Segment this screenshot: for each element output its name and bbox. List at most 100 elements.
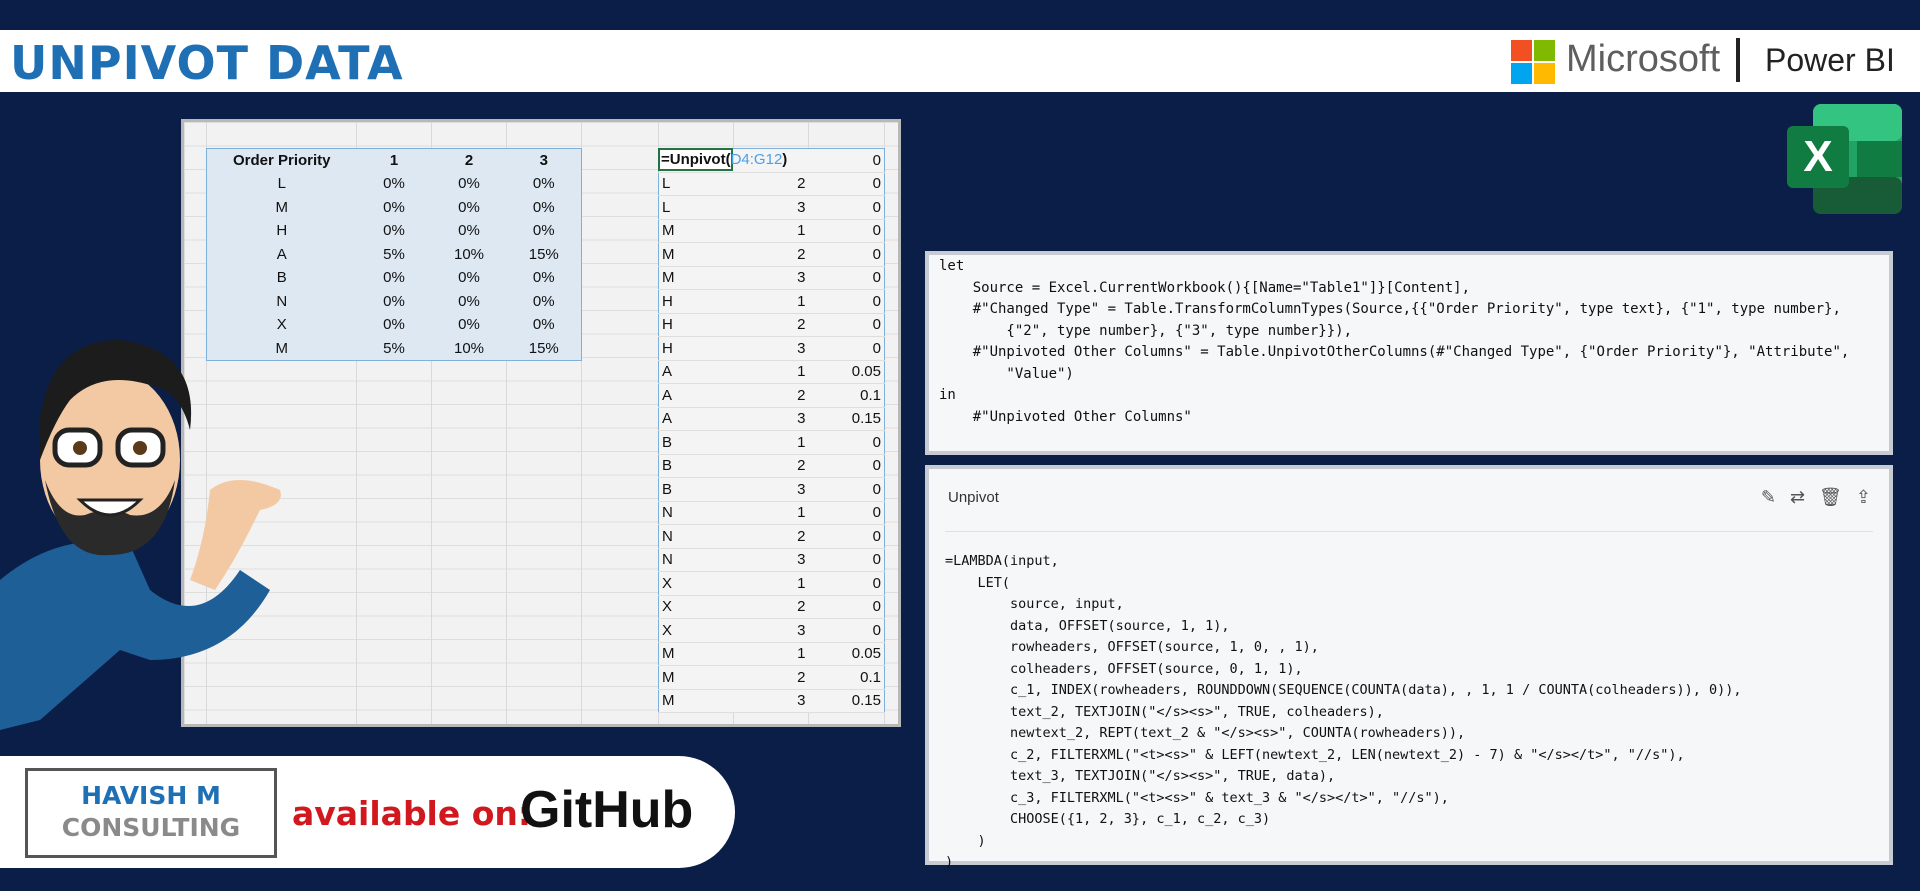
source-cell[interactable]: 0% bbox=[357, 219, 432, 243]
source-cell[interactable]: N bbox=[207, 290, 357, 314]
output-cell[interactable]: 2 bbox=[733, 242, 809, 267]
output-cell[interactable]: N bbox=[658, 548, 734, 572]
output-cell[interactable]: 0 bbox=[808, 571, 885, 596]
source-cell[interactable]: 0% bbox=[357, 290, 432, 314]
output-cell[interactable]: M bbox=[658, 665, 734, 690]
output-table[interactable]: 0 L 2 0 L 3 0 M 1 0 M 2 0 M 3 0 H 1 0 H 2 0 H 3 0 A 1 0.05 A 2 0.1 A 3 0… bbox=[658, 148, 885, 713]
output-cell[interactable]: L bbox=[658, 172, 734, 196]
source-cell[interactable]: 0% bbox=[507, 172, 582, 196]
output-cell[interactable]: X bbox=[658, 571, 734, 596]
source-cell[interactable]: 10% bbox=[432, 337, 507, 361]
power-query-code[interactable]: let Source = Excel.CurrentWorkbook(){[Na… bbox=[939, 256, 1849, 428]
output-cell[interactable]: 0 bbox=[808, 313, 885, 337]
source-cell[interactable]: 0% bbox=[507, 313, 582, 337]
source-cell[interactable]: B bbox=[207, 266, 357, 290]
output-cell[interactable]: X bbox=[658, 618, 734, 643]
output-cell[interactable]: 0 bbox=[808, 454, 885, 478]
output-cell[interactable]: 0 bbox=[808, 266, 885, 290]
header-cell[interactable]: 3 bbox=[507, 149, 582, 173]
output-cell[interactable]: 0 bbox=[808, 430, 885, 455]
output-cell[interactable]: 0 bbox=[808, 289, 885, 314]
output-cell[interactable]: 3 bbox=[733, 689, 809, 713]
output-cell[interactable]: 0.15 bbox=[808, 689, 885, 713]
source-cell[interactable]: 0% bbox=[432, 196, 507, 220]
output-cell[interactable]: 1 bbox=[733, 430, 809, 455]
output-cell[interactable]: A bbox=[658, 383, 734, 408]
output-cell[interactable]: X bbox=[658, 595, 734, 619]
source-cell[interactable]: 0% bbox=[507, 266, 582, 290]
output-cell[interactable]: N bbox=[658, 524, 734, 549]
power-query-code-panel[interactable]: let Source = Excel.CurrentWorkbook(){[Na… bbox=[925, 251, 1893, 455]
lambda-editor-panel[interactable]: Unpivot ✎ ⇄ 🗑 ⇪ =LAMBDA(input, LET( sour… bbox=[925, 465, 1893, 870]
source-cell[interactable]: L bbox=[207, 172, 357, 196]
share-icon[interactable]: ⇪ bbox=[1856, 487, 1871, 508]
output-cell[interactable]: 0 bbox=[808, 524, 885, 549]
output-cell[interactable]: 0 bbox=[808, 172, 885, 196]
header-cell[interactable]: 1 bbox=[357, 149, 432, 173]
output-cell[interactable]: A bbox=[658, 407, 734, 431]
output-cell[interactable]: 2 bbox=[733, 595, 809, 619]
source-cell[interactable]: 0% bbox=[507, 196, 582, 220]
output-cell[interactable]: 1 bbox=[733, 501, 809, 525]
rename-icon[interactable]: ⇄ bbox=[1790, 487, 1805, 508]
output-cell[interactable]: L bbox=[658, 195, 734, 220]
edit-icon[interactable]: ✎ bbox=[1761, 487, 1776, 508]
output-cell[interactable]: 0 bbox=[808, 618, 885, 643]
github-logo[interactable]: GitHub bbox=[520, 780, 693, 840]
output-cell[interactable]: 1 bbox=[733, 360, 809, 384]
header-cell[interactable]: Order Priority bbox=[207, 149, 357, 173]
output-cell[interactable]: M bbox=[658, 689, 734, 713]
output-cell[interactable]: B bbox=[658, 430, 734, 455]
delete-icon[interactable]: 🗑 bbox=[1819, 487, 1842, 508]
output-cell[interactable]: 0 bbox=[808, 477, 885, 502]
output-cell[interactable]: H bbox=[658, 289, 734, 314]
source-cell[interactable]: 0% bbox=[432, 313, 507, 337]
source-table[interactable]: Order Priority 1 2 3 L 0% 0% 0% M 0% 0% 0% H 0% 0%… bbox=[206, 148, 582, 361]
source-cell[interactable]: 5% bbox=[357, 243, 432, 267]
output-cell[interactable]: N bbox=[658, 501, 734, 525]
source-cell[interactable]: 15% bbox=[507, 337, 582, 361]
output-cell[interactable]: 0.05 bbox=[808, 360, 885, 384]
output-cell[interactable]: B bbox=[658, 477, 734, 502]
source-cell[interactable]: M bbox=[207, 196, 357, 220]
output-cell[interactable]: A bbox=[658, 360, 734, 384]
output-cell[interactable]: 0 bbox=[808, 195, 885, 220]
header-cell[interactable]: 2 bbox=[432, 149, 507, 173]
output-cell[interactable]: 0.15 bbox=[808, 407, 885, 431]
output-cell[interactable]: H bbox=[658, 336, 734, 361]
output-cell[interactable]: 0 bbox=[808, 242, 885, 267]
output-cell[interactable]: 0 bbox=[808, 595, 885, 619]
output-cell[interactable]: M bbox=[658, 219, 734, 243]
output-cell[interactable]: 3 bbox=[733, 195, 809, 220]
output-cell[interactable]: 0.05 bbox=[808, 642, 885, 666]
source-cell[interactable]: 0% bbox=[432, 172, 507, 196]
output-cell[interactable]: 1 bbox=[733, 219, 809, 243]
source-cell[interactable]: H bbox=[207, 219, 357, 243]
source-cell[interactable]: 0% bbox=[432, 219, 507, 243]
source-cell[interactable]: 0% bbox=[357, 196, 432, 220]
output-cell[interactable]: 2 bbox=[733, 524, 809, 549]
source-cell[interactable]: A bbox=[207, 243, 357, 267]
lambda-code[interactable]: =LAMBDA(input, LET( source, input, data,… bbox=[945, 551, 1742, 874]
output-cell[interactable]: 3 bbox=[733, 477, 809, 502]
output-cell[interactable]: 2 bbox=[733, 383, 809, 408]
output-cell[interactable]: 0 bbox=[808, 548, 885, 572]
output-cell[interactable]: 3 bbox=[733, 548, 809, 572]
source-cell[interactable]: 0% bbox=[432, 290, 507, 314]
output-cell[interactable]: 2 bbox=[733, 313, 809, 337]
output-cell[interactable]: 0 bbox=[808, 336, 885, 361]
output-cell[interactable]: B bbox=[658, 454, 734, 478]
source-cell[interactable]: 5% bbox=[357, 337, 432, 361]
output-cell[interactable]: 1 bbox=[733, 289, 809, 314]
source-cell[interactable]: 15% bbox=[507, 243, 582, 267]
source-cell[interactable]: 0% bbox=[357, 266, 432, 290]
output-cell[interactable]: 2 bbox=[733, 665, 809, 690]
source-cell[interactable]: 10% bbox=[432, 243, 507, 267]
output-cell[interactable]: 0.1 bbox=[808, 665, 885, 690]
source-cell[interactable]: 0% bbox=[432, 266, 507, 290]
source-cell[interactable]: 0% bbox=[357, 313, 432, 337]
source-cell[interactable]: 0% bbox=[357, 172, 432, 196]
output-cell[interactable]: 0 bbox=[808, 501, 885, 525]
output-cell[interactable]: 0.1 bbox=[808, 383, 885, 408]
output-cell[interactable]: 3 bbox=[733, 407, 809, 431]
